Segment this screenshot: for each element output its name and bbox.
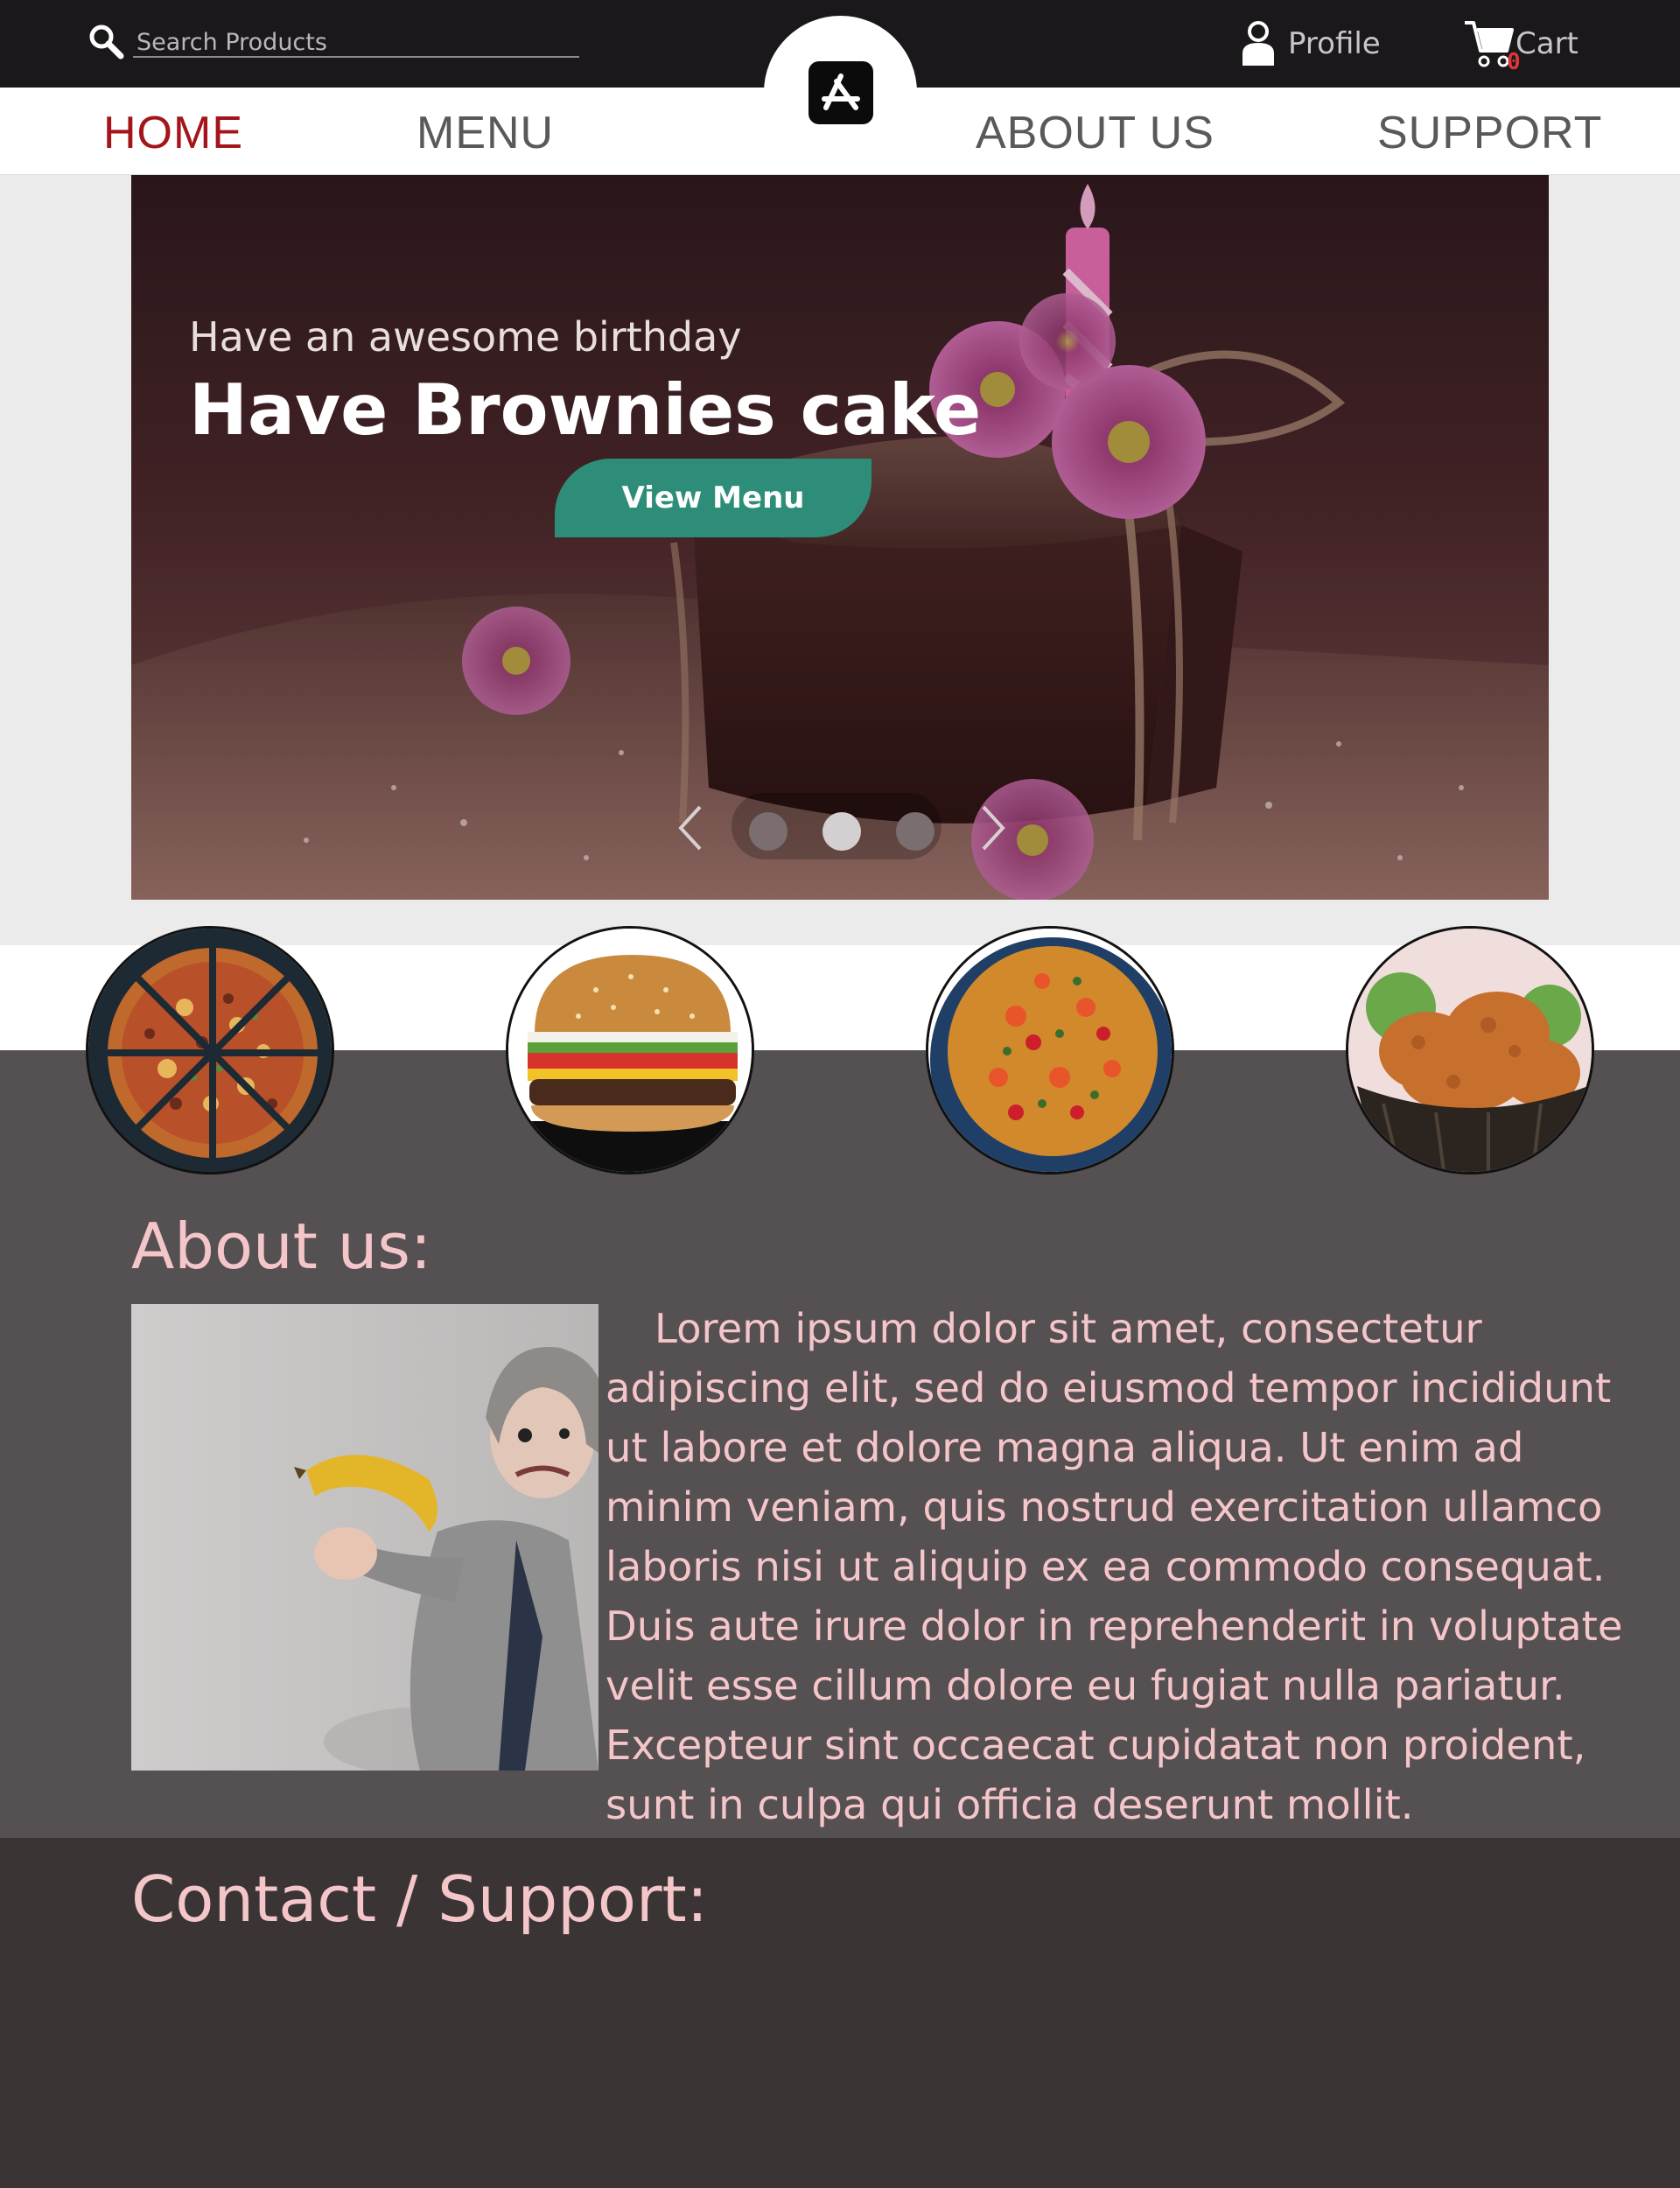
- hero-image: [131, 175, 1549, 900]
- user-icon: [1242, 21, 1274, 66]
- carousel-dot-3[interactable]: [896, 812, 934, 851]
- carousel-dot-1[interactable]: [749, 812, 788, 851]
- man-with-banana-image: [131, 1304, 598, 1771]
- nav-item-support[interactable]: SUPPORT: [1377, 107, 1602, 159]
- food-item-fried-chicken[interactable]: [1346, 926, 1594, 1175]
- burger-image: [508, 929, 752, 1172]
- paella-image: [928, 929, 1172, 1172]
- profile-link[interactable]: Profile: [1241, 18, 1381, 70]
- cart-label: Cart: [1516, 26, 1578, 61]
- search-bar: [88, 21, 582, 65]
- about-title: About us:: [131, 1210, 432, 1283]
- pizza-image: [88, 929, 332, 1172]
- food-item-burger[interactable]: [506, 926, 754, 1175]
- app-store-icon: [822, 74, 860, 110]
- food-item-pizza[interactable]: [86, 926, 334, 1175]
- fried-chicken-image: [1348, 929, 1592, 1172]
- profile-label: Profile: [1288, 26, 1381, 61]
- about-image: [131, 1304, 598, 1771]
- logo[interactable]: [808, 61, 873, 124]
- nav-item-about-us[interactable]: ABOUT US: [976, 107, 1214, 159]
- search-input[interactable]: [133, 28, 579, 58]
- chevron-left-icon[interactable]: [674, 802, 709, 854]
- carousel-dot-2[interactable]: [822, 812, 861, 851]
- contact-title: Contact / Support:: [131, 1862, 709, 1936]
- search-icon[interactable]: [88, 23, 126, 61]
- view-menu-button[interactable]: View Menu: [555, 459, 872, 537]
- cart-link[interactable]: 0 Cart: [1463, 16, 1578, 75]
- hero-subtitle: Have an awesome birthday: [189, 313, 742, 361]
- hero-carousel: Have an awesome birthday Have Brownies c…: [131, 175, 1549, 900]
- about-paragraph: Lorem ipsum dolor sit amet, consectetur …: [606, 1305, 1623, 1828]
- food-item-paella[interactable]: [926, 926, 1174, 1175]
- nav-item-home[interactable]: HOME: [103, 107, 243, 159]
- hero-title: Have Brownies cake: [189, 369, 982, 451]
- chevron-right-icon[interactable]: [975, 802, 1010, 854]
- nav-item-menu[interactable]: MENU: [416, 107, 554, 159]
- cart-count-badge: 0: [1507, 49, 1521, 75]
- carousel-indicators: [732, 793, 942, 859]
